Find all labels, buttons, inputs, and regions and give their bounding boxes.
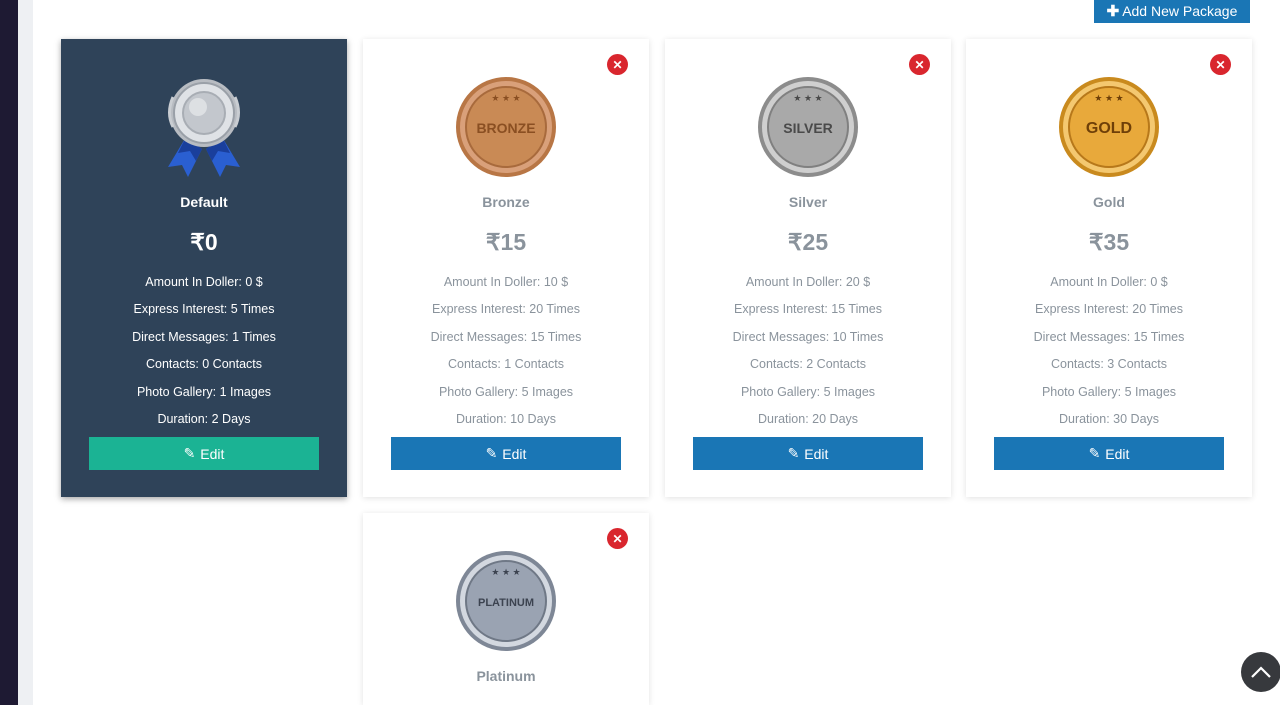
edit-icon: ✎ bbox=[183, 445, 196, 461]
package-name: Bronze bbox=[482, 194, 530, 210]
package-price: ₹15 bbox=[485, 229, 527, 255]
feature-express-interest: Express Interest: 20 Times bbox=[1035, 302, 1183, 316]
feature-direct-messages: Direct Messages: 1 Times bbox=[132, 330, 276, 344]
edit-button[interactable]: ✎ Edit bbox=[89, 437, 319, 470]
feature-direct-messages: Direct Messages: 15 Times bbox=[430, 330, 582, 344]
edit-label: Edit bbox=[200, 445, 225, 462]
feature-express-interest: Express Interest: 5 Times bbox=[133, 302, 275, 316]
sidebar-edge bbox=[0, 0, 18, 705]
badge-text: GOLD bbox=[1086, 120, 1132, 137]
close-icon[interactable]: ✕ bbox=[607, 54, 628, 75]
feature-duration: Duration: 2 Days bbox=[157, 412, 251, 426]
close-icon[interactable]: ✕ bbox=[607, 528, 628, 549]
gold-badge-icon: GOLD ★ ★ ★ bbox=[1059, 77, 1159, 177]
feature-photo-gallery: Photo Gallery: 5 Images bbox=[1041, 385, 1177, 399]
feature-contacts: Contacts: 0 Contacts bbox=[145, 357, 263, 371]
add-new-package-label: Add New Package bbox=[1122, 3, 1238, 19]
award-ribbon-icon bbox=[168, 79, 240, 177]
package-name: Default bbox=[180, 194, 228, 210]
platinum-badge-icon: PLATINUM ★ ★ ★ bbox=[456, 551, 556, 651]
edit-button[interactable]: ✎ Edit bbox=[391, 437, 621, 470]
bronze-badge-icon: BRONZE ★ ★ ★ bbox=[456, 77, 556, 177]
package-card-platinum: ✕ PLATINUM ★ ★ ★ Platinum bbox=[363, 513, 649, 705]
feature-duration: Duration: 20 Days bbox=[757, 412, 859, 426]
edit-label: Edit bbox=[1105, 445, 1130, 462]
star-icon: ★ ★ ★ bbox=[793, 93, 822, 103]
package-name: Platinum bbox=[476, 668, 536, 684]
feature-amount: Amount In Doller: 0 $ bbox=[1050, 275, 1168, 289]
package-card-silver: ✕ SILVER ★ ★ ★ Silver ₹25 Amount In Doll… bbox=[665, 39, 951, 497]
feature-photo-gallery: Photo Gallery: 1 Images bbox=[136, 385, 272, 399]
edit-label: Edit bbox=[502, 445, 527, 462]
package-name: Silver bbox=[788, 194, 828, 210]
badge-text: SILVER bbox=[783, 120, 833, 136]
star-icon: ★ ★ ★ bbox=[1094, 93, 1123, 103]
package-card-bronze: ✕ BRONZE ★ ★ ★ Bronze ₹15 Amount In Doll… bbox=[363, 39, 649, 497]
feature-amount: Amount In Doller: 20 $ bbox=[745, 275, 871, 289]
feature-express-interest: Express Interest: 20 Times bbox=[432, 302, 580, 316]
close-icon[interactable]: ✕ bbox=[909, 54, 930, 75]
chevron-up-icon bbox=[1251, 666, 1271, 678]
package-price: ₹0 bbox=[190, 229, 218, 255]
package-card-gold: ✕ GOLD ★ ★ ★ Gold ₹35 Amount In Doller: … bbox=[966, 39, 1252, 497]
edit-icon: ✎ bbox=[485, 445, 498, 461]
scroll-to-top-button[interactable] bbox=[1241, 652, 1280, 692]
edit-button[interactable]: ✎ Edit bbox=[994, 437, 1224, 470]
feature-amount: Amount In Doller: 10 $ bbox=[443, 275, 569, 289]
edit-label: Edit bbox=[804, 445, 829, 462]
star-icon: ★ ★ ★ bbox=[491, 93, 520, 103]
edit-icon: ✎ bbox=[787, 445, 800, 461]
badge-text: PLATINUM bbox=[478, 597, 534, 609]
add-new-package-button[interactable]: ✚ Add New Package bbox=[1094, 0, 1250, 23]
package-card-default: Default ₹0 Amount In Doller: 0 $ Express… bbox=[61, 39, 347, 497]
feature-photo-gallery: Photo Gallery: 5 Images bbox=[438, 385, 574, 399]
badge-text: BRONZE bbox=[476, 120, 535, 136]
feature-contacts: Contacts: 2 Contacts bbox=[749, 357, 867, 371]
feature-amount: Amount In Doller: 0 $ bbox=[145, 275, 263, 289]
feature-contacts: Contacts: 3 Contacts bbox=[1050, 357, 1168, 371]
silver-badge-icon: SILVER ★ ★ ★ bbox=[758, 77, 858, 177]
package-name: Gold bbox=[1093, 194, 1125, 210]
package-price: ₹35 bbox=[1088, 229, 1130, 255]
sidebar-gutter bbox=[18, 0, 33, 705]
feature-duration: Duration: 10 Days bbox=[455, 412, 557, 426]
feature-express-interest: Express Interest: 15 Times bbox=[734, 302, 882, 316]
feature-direct-messages: Direct Messages: 15 Times bbox=[1033, 330, 1185, 344]
plus-icon: ✚ bbox=[1106, 3, 1120, 20]
package-price: ₹25 bbox=[787, 229, 829, 255]
close-icon[interactable]: ✕ bbox=[1210, 54, 1231, 75]
edit-button[interactable]: ✎ Edit bbox=[693, 437, 923, 470]
feature-direct-messages: Direct Messages: 10 Times bbox=[732, 330, 884, 344]
feature-photo-gallery: Photo Gallery: 5 Images bbox=[740, 385, 876, 399]
star-icon: ★ ★ ★ bbox=[491, 567, 520, 577]
feature-duration: Duration: 30 Days bbox=[1058, 412, 1160, 426]
edit-icon: ✎ bbox=[1088, 445, 1101, 461]
feature-contacts: Contacts: 1 Contacts bbox=[447, 357, 565, 371]
